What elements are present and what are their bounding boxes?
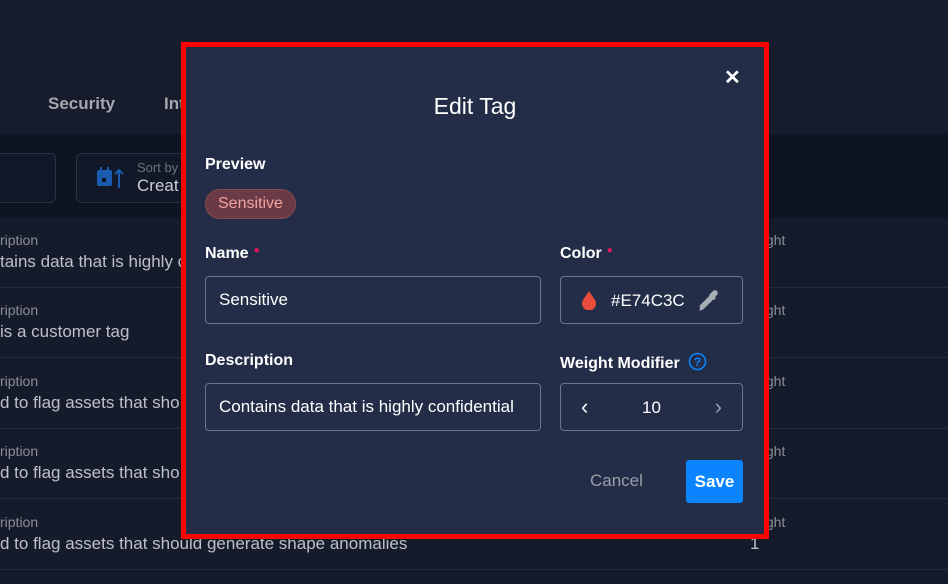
name-label: Name ● [205, 245, 260, 262]
description-label: ription [0, 443, 39, 459]
description-input[interactable] [205, 383, 541, 431]
weight-modifier-label: Weight Modifier ? [560, 352, 707, 373]
weight-value: 1 [750, 534, 760, 553]
description-value: d to flag assets that sho [0, 393, 180, 412]
description-label: ription [0, 302, 39, 318]
preview-label: Preview [205, 156, 266, 173]
description-value: d to flag assets that sho [0, 463, 180, 482]
search-input[interactable] [0, 153, 56, 203]
description-value: is a customer tag [0, 322, 130, 341]
close-icon[interactable]: ✕ [724, 65, 741, 90]
color-label: Color ● [560, 245, 613, 262]
nav-security[interactable]: Security [48, 94, 115, 114]
color-field[interactable] [560, 276, 743, 324]
calendar-sort-icon [97, 167, 124, 188]
sort-label: Sort by [137, 160, 179, 175]
color-input[interactable] [611, 289, 685, 313]
weight-stepper[interactable]: ‹ 10 › [560, 383, 743, 431]
nav-integrations[interactable]: Int [164, 94, 185, 114]
sort-value: Creat [137, 176, 179, 195]
color-drop-icon [582, 291, 596, 310]
description-label: Description [205, 352, 294, 369]
required-indicator: ● [606, 245, 613, 256]
svg-text:?: ? [694, 355, 701, 369]
eyedropper-icon[interactable] [698, 288, 722, 312]
description-label: ription [0, 232, 39, 248]
save-button[interactable]: Save [686, 460, 743, 503]
description-label: ription [0, 514, 39, 530]
description-value: d to flag assets that should generate sh… [0, 534, 408, 553]
help-icon[interactable]: ? [688, 352, 707, 371]
description-label: ription [0, 373, 39, 389]
tag-preview-chip: Sensitive [205, 189, 296, 219]
description-value: tains data that is highly c [0, 252, 187, 271]
name-input[interactable] [205, 276, 541, 324]
edit-tag-dialog: Edit Tag ✕ Preview Sensitive Name● Color… [181, 42, 769, 539]
cancel-button[interactable]: Cancel [590, 471, 643, 491]
required-indicator: ● [253, 245, 260, 256]
dialog-title: Edit Tag [433, 93, 517, 119]
chevron-right-icon[interactable]: › [715, 394, 722, 420]
